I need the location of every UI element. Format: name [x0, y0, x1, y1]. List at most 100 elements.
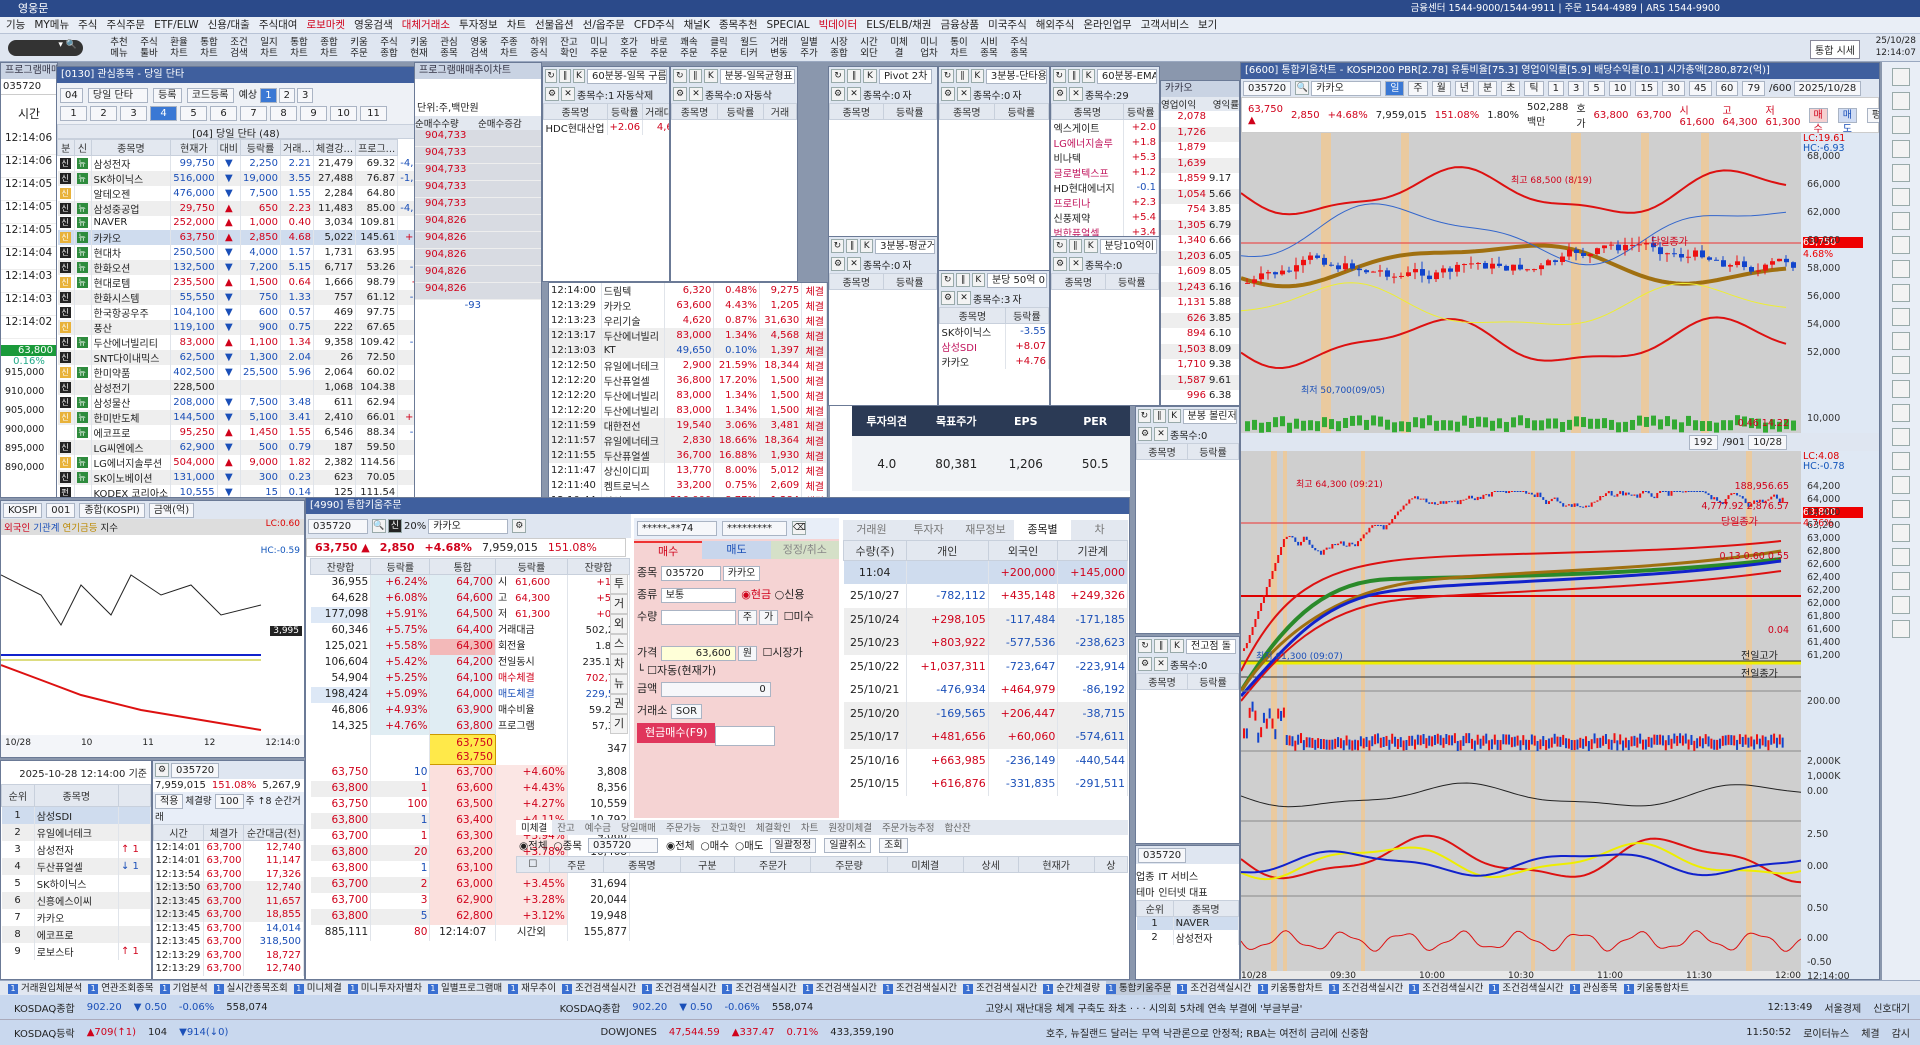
ask-row[interactable]: 125,021+5.58%64,300회전율1.80%: [310, 638, 631, 655]
news-ticker[interactable]: 호주, 뉴질랜드 달러는 무역 낙관론으로 안정적; RBA는 여전히 금리에 …: [1046, 1025, 1734, 1040]
col-header[interactable]: 신: [73, 139, 92, 156]
refresh-icon[interactable]: ↻: [1138, 639, 1152, 653]
interval-button[interactable]: 45: [1688, 80, 1712, 96]
condition-name[interactable]: 분당10억이: [1099, 238, 1157, 254]
toolbar-button[interactable]: 통합 차트: [285, 37, 313, 59]
menu-item[interactable]: 온라인업무: [1083, 17, 1131, 33]
toolbar-button[interactable]: 미니 주문: [585, 37, 613, 59]
k-icon[interactable]: K: [704, 69, 718, 83]
fill-row[interactable]: 12:12:50 유일에너테크 2,900 21.59% 18,344 체결: [549, 358, 827, 373]
share-button[interactable]: 주: [737, 610, 757, 625]
watchlist-row[interactable]: 신뉴현대차250,500▼4,0001.571,73163.95-81,132: [57, 244, 415, 260]
taskbar-item[interactable]: 키움통합차트: [1258, 981, 1323, 995]
bottom-tab[interactable]: 주문가능: [661, 820, 706, 835]
info-tab[interactable]: 종목별: [1014, 520, 1071, 540]
menu-item[interactable]: 종목추천: [719, 17, 758, 33]
toolbar-button[interactable]: 관심 종목: [435, 37, 463, 59]
refresh-icon[interactable]: ↻: [831, 239, 844, 253]
register-button[interactable]: 등록: [153, 88, 182, 103]
watchlist-row[interactable]: 신한국항공우주104,100▼6000.5746997.75-8,142: [57, 304, 415, 320]
sector-row[interactable]: 1 NAVER: [1136, 916, 1239, 930]
bid-row[interactable]: 63,800 1 63,600 +4.43% 8,356: [310, 780, 631, 797]
chart-tool-icon[interactable]: [1892, 404, 1910, 422]
toolbar-button[interactable]: 추천 메뉴: [105, 37, 133, 59]
ask-row[interactable]: 46,806 +4.93% 63,900 매수비율 59.29%: [310, 702, 631, 719]
condition-name[interactable]: 3분봉-평균거: [875, 238, 936, 254]
toolbar-button[interactable]: 키움 주문: [345, 37, 373, 59]
watchlist-row[interactable]: 신뉴삼성물산208,000▼7,5003.4861162.94-47,085: [57, 394, 415, 410]
menu-item[interactable]: 보기: [1198, 17, 1217, 33]
group-tab[interactable]: 2: [90, 106, 117, 121]
settings-icon[interactable]: ⚙: [512, 519, 527, 533]
bottom-tab[interactable]: 차트: [796, 820, 823, 835]
col-header[interactable]: 등락률: [240, 139, 281, 156]
group-tab[interactable]: 11: [360, 106, 387, 121]
bid-row[interactable]: 63,750 10 63,700 +4.60% 3,808: [310, 764, 631, 781]
menu-item[interactable]: ELS/ELB/채권: [866, 17, 931, 33]
interval-button[interactable]: 10: [1608, 80, 1632, 96]
ask-row[interactable]: 64,628+6.08%64,600고64,300+5.58: [310, 590, 631, 607]
bid-row[interactable]: 63,700 3 62,900 +3.28% 20,044: [310, 892, 631, 909]
toolbar-button[interactable]: 주식 종합: [375, 37, 403, 59]
order-kind-select[interactable]: 보통: [660, 588, 736, 603]
bid-row[interactable]: 63,700 2 63,000 +3.45% 31,694: [310, 876, 631, 893]
menu-item[interactable]: 선/옵주문: [583, 17, 625, 33]
side-tab[interactable]: 투: [610, 574, 628, 594]
toolbar-button[interactable]: 일별 주가: [795, 37, 823, 59]
close-icon[interactable]: ✕: [561, 87, 575, 101]
interval-button[interactable]: 30: [1662, 80, 1685, 96]
toolbar-button[interactable]: 주식 종목: [1005, 37, 1033, 59]
ranking-row[interactable]: 1 삼성SDI: [1, 806, 151, 824]
taskbar-item[interactable]: 거래원입체분석: [8, 981, 82, 995]
toolbar-button[interactable]: 미니 업차: [915, 37, 943, 59]
code-input[interactable]: 035720: [1243, 80, 1292, 96]
auto-delete-checkbox[interactable]: 자: [1012, 87, 1021, 102]
cash-buy-button[interactable]: 현금매수(F9): [637, 723, 716, 743]
condition-name[interactable]: 전고점 돌: [1186, 638, 1236, 654]
k-icon[interactable]: K: [1082, 69, 1095, 83]
interval-button[interactable]: 60: [1715, 80, 1739, 96]
ranking-row[interactable]: 6 신흥에스이씨: [1, 891, 151, 909]
watchlist-row[interactable]: 신뉴한미약품402,500▼25,5005.962,06460.02-16,13…: [57, 364, 415, 380]
period-button[interactable]: 틱: [1524, 80, 1544, 96]
pause-icon[interactable]: ∥: [1152, 409, 1166, 423]
watchlist-row[interactable]: 신뉴한미반도체144,500▼5,1003.412,41066.01+127,9…: [57, 409, 415, 425]
bottom-tab[interactable]: 주문가능추정: [877, 820, 939, 835]
group-tab[interactable]: 8: [270, 106, 297, 121]
side-tab[interactable]: 스: [610, 634, 628, 654]
bid-row[interactable]: 63,750 100 63,500 +4.27% 10,559: [310, 796, 631, 813]
gear-icon[interactable]: ⚙: [1138, 427, 1152, 441]
group-tab[interactable]: 10: [330, 106, 357, 121]
group-tab[interactable]: 5: [180, 106, 207, 121]
bottom-tab[interactable]: 잔고: [552, 820, 579, 835]
chart-tool-icon[interactable]: [1892, 428, 1910, 446]
chart-tool-icon[interactable]: [1892, 524, 1910, 542]
taskbar-item[interactable]: 조건검색실시간: [1177, 981, 1251, 995]
ranking-row[interactable]: 9 로보스타 ↑ 1: [1, 942, 151, 960]
ask-row[interactable]: 106,604 +5.42% 64,200 전일동시 235.17%: [310, 654, 631, 671]
chart-tool-icon[interactable]: [1892, 260, 1910, 278]
taskbar-item[interactable]: 일별프로그램매: [428, 981, 502, 995]
menu-item[interactable]: 선물옵션: [535, 17, 574, 33]
watchlist-row[interactable]: 신알테오젠476,000▼7,5001.552,28464.80-21,851: [57, 186, 415, 201]
auto-delete-checkbox[interactable]: 자동삭: [744, 87, 772, 102]
result-row[interactable]: 비나텍 +5.3: [1051, 150, 1159, 165]
chart-tool-icon[interactable]: [1892, 452, 1910, 470]
toolbar-button[interactable]: 바로 주문: [645, 37, 673, 59]
chart-date-input[interactable]: 10/28: [1748, 434, 1787, 450]
col-header[interactable]: 외국인: [987, 540, 1059, 561]
menu-search-input[interactable]: ▾ 🔍: [8, 39, 83, 56]
menu-item[interactable]: 금융상품: [940, 17, 979, 33]
col-header[interactable]: 수량(주): [843, 540, 907, 561]
menu-item[interactable]: CFD주식: [634, 17, 675, 33]
col-header[interactable]: 개인: [905, 540, 989, 561]
bottom-tab[interactable]: 합산잔: [939, 820, 975, 835]
filter-code-input[interactable]: 035720: [588, 838, 658, 853]
group-tab[interactable]: 7: [240, 106, 267, 121]
taskbar-item[interactable]: 관심종목: [1570, 981, 1618, 995]
bottom-tab[interactable]: 원장미체결: [823, 820, 877, 835]
apply-button[interactable]: 적용: [155, 794, 184, 809]
eraser-icon[interactable]: ⌫: [792, 521, 806, 535]
bulk-modify-button[interactable]: 일괄정정: [769, 838, 817, 853]
taskbar-item[interactable]: 키움통합차트: [1624, 981, 1689, 995]
